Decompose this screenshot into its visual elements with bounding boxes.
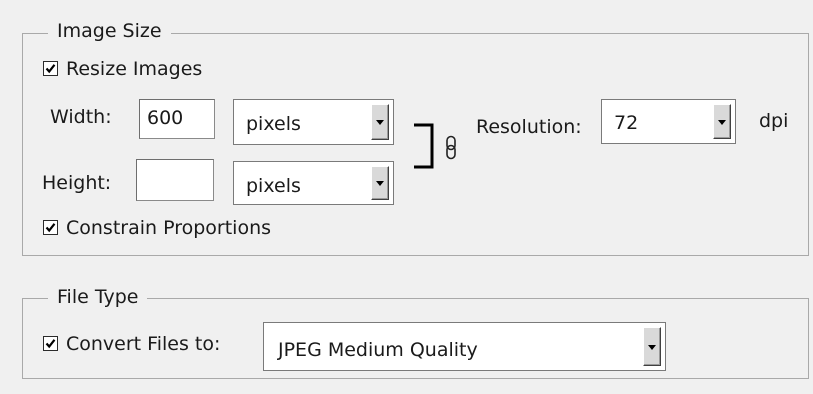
resolution-label: Resolution:	[476, 116, 582, 138]
convert-files-checkbox[interactable]	[43, 336, 58, 351]
chain-link-icon[interactable]	[444, 135, 458, 161]
dpi-label: dpi	[759, 110, 789, 132]
convert-files-format-select[interactable]: JPEG Medium Quality	[263, 322, 666, 371]
width-unit-value: pixels	[246, 113, 301, 135]
convert-files-label: Convert Files to:	[66, 333, 221, 355]
triangle-down-icon	[648, 344, 656, 350]
convert-files-format-value: JPEG Medium Quality	[278, 339, 478, 361]
checkmark-icon	[45, 339, 56, 349]
triangle-down-icon	[376, 181, 384, 186]
width-input[interactable]: 600	[139, 99, 215, 139]
height-input[interactable]	[136, 159, 214, 201]
file-type-legend: File Type	[48, 286, 148, 308]
resize-images-label: Resize Images	[66, 58, 203, 80]
triangle-down-icon	[376, 120, 384, 125]
checkmark-icon	[45, 64, 56, 74]
resize-images-checkbox[interactable]	[43, 61, 58, 76]
constrain-proportions-checkbox[interactable]	[43, 220, 58, 235]
height-unit-select[interactable]: pixels	[233, 161, 394, 205]
convert-files-format-dropdown-button[interactable]	[643, 327, 661, 366]
resolution-select[interactable]: 72	[601, 99, 736, 144]
width-unit-select[interactable]: pixels	[233, 99, 394, 145]
width-unit-dropdown-button[interactable]	[371, 104, 389, 140]
resolution-dropdown-button[interactable]	[713, 104, 731, 139]
checkmark-icon	[45, 223, 56, 233]
height-unit-value: pixels	[246, 175, 301, 197]
image-size-legend: Image Size	[48, 20, 171, 42]
resolution-value: 72	[614, 112, 639, 134]
height-label: Height:	[42, 172, 112, 194]
height-unit-dropdown-button[interactable]	[371, 166, 389, 200]
triangle-down-icon	[718, 119, 726, 125]
constrain-proportions-label: Constrain Proportions	[66, 217, 272, 239]
width-label: Width:	[50, 106, 112, 128]
